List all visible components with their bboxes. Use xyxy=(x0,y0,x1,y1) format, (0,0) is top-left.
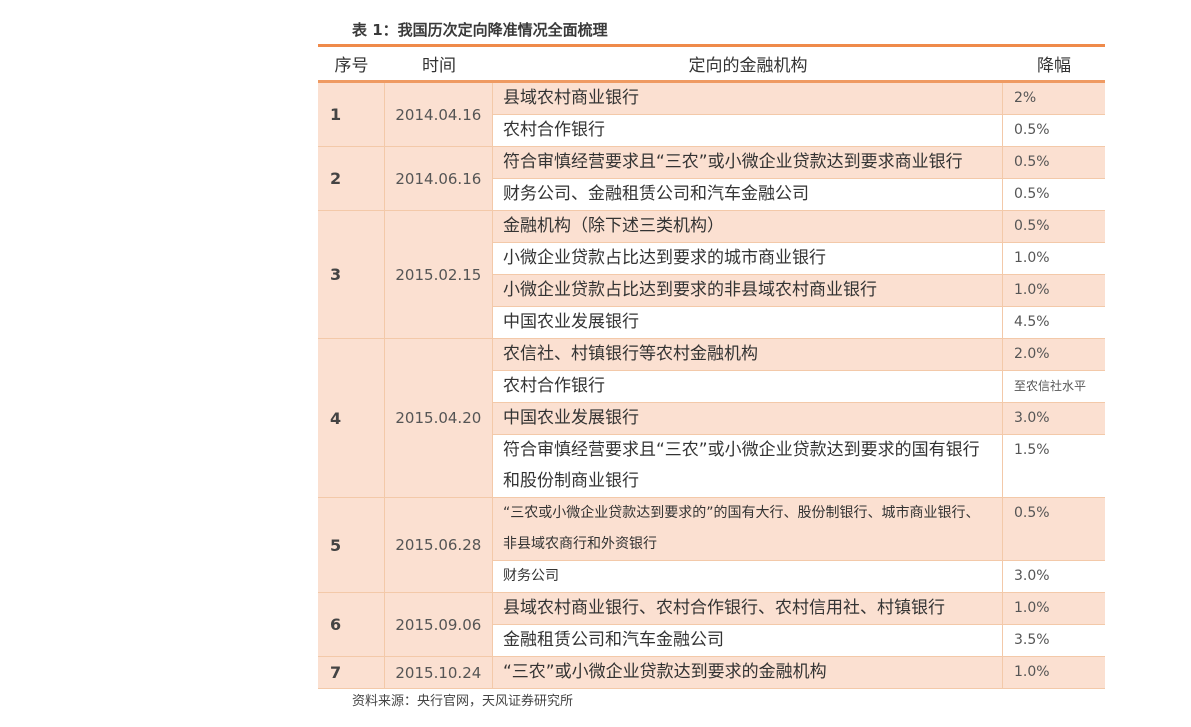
table-row: 小微企业贷款占比达到要求的城市商业银行 1.0% xyxy=(493,243,1105,275)
table-group: 5 2015.06.28 “三农或小微企业贷款达到要求的”的国有大行、股份制银行… xyxy=(318,498,1105,593)
cut-cell: 3.0% xyxy=(1014,568,1050,584)
table-header: 序号 时间 定向的金融机构 降幅 xyxy=(318,47,1105,83)
table-row: 中国农业发展银行 4.5% xyxy=(493,307,1105,338)
group-number: 4 xyxy=(318,339,385,497)
institution-cell: 财务公司、金融租赁公司和汽车金融公司 xyxy=(493,179,1003,210)
cut-cell: 1.0% xyxy=(1014,664,1050,680)
table-row: 符合审慎经营要求且“三农”或小微企业贷款达到要求的国有银行和股份制商业银行 1.… xyxy=(493,435,1105,497)
table-row: 符合审慎经营要求且“三农”或小微企业贷款达到要求商业银行 0.5% xyxy=(493,147,1105,179)
cut-cell: 2% xyxy=(1014,90,1037,106)
table-row: 农村合作银行 0.5% xyxy=(493,115,1105,146)
source-note: 资料来源：央行官网，天风证券研究所 xyxy=(352,694,574,709)
institution-cell: 财务公司 xyxy=(493,561,1003,592)
group-number: 2 xyxy=(318,147,385,210)
cut-cell: 1.5% xyxy=(1014,442,1050,458)
institution-cell: 农村合作银行 xyxy=(493,115,1003,146)
cut-cell: 3.0% xyxy=(1014,410,1050,426)
institution-cell: 金融租赁公司和汽车金融公司 xyxy=(493,625,1003,656)
institution-cell: 农信社、村镇银行等农村金融机构 xyxy=(493,339,1003,370)
group-date: 2014.04.16 xyxy=(384,83,493,146)
cut-cell: 0.5% xyxy=(1014,122,1050,138)
group-date: 2014.06.16 xyxy=(384,147,493,210)
table-row: 农信社、村镇银行等农村金融机构 2.0% xyxy=(493,339,1105,371)
reserve-cut-table: 序号 时间 定向的金融机构 降幅 1 2014.04.16 县域农村商业银行 2… xyxy=(318,44,1105,689)
cut-cell: 至农信社水平 xyxy=(1014,379,1087,393)
table-row: 县域农村商业银行 2% xyxy=(493,83,1105,115)
institution-cell: 县域农村商业银行 xyxy=(493,83,1003,114)
table-group: 4 2015.04.20 农信社、村镇银行等农村金融机构 2.0% 农村合作银行… xyxy=(318,339,1105,498)
cut-cell: 4.5% xyxy=(1014,314,1050,330)
institution-cell: “三农或小微企业贷款达到要求的”的国有大行、股份制银行、城市商业银行、非县域农商… xyxy=(493,498,1003,560)
group-date: 2015.09.06 xyxy=(384,593,493,656)
header-institution: 定向的金融机构 xyxy=(688,56,808,76)
table-row: “三农或小微企业贷款达到要求的”的国有大行、股份制银行、城市商业银行、非县域农商… xyxy=(493,498,1105,561)
cut-cell: 0.5% xyxy=(1014,218,1050,234)
table-group: 3 2015.02.15 金融机构（除下述三类机构） 0.5% 小微企业贷款占比… xyxy=(318,211,1105,339)
cut-cell: 0.5% xyxy=(1014,505,1050,521)
institution-cell: 中国农业发展银行 xyxy=(493,403,1003,434)
table-row: 小微企业贷款占比达到要求的非县域农村商业银行 1.0% xyxy=(493,275,1105,307)
cut-cell: 3.5% xyxy=(1014,632,1050,648)
group-date: 2015.04.20 xyxy=(384,339,493,497)
table-group: 2 2014.06.16 符合审慎经营要求且“三农”或小微企业贷款达到要求商业银… xyxy=(318,147,1105,211)
table-row: 财务公司 3.0% xyxy=(493,561,1105,592)
table-group: 6 2015.09.06 县域农村商业银行、农村合作银行、农村信用社、村镇银行 … xyxy=(318,593,1105,657)
group-date: 2015.02.15 xyxy=(384,211,493,338)
group-number: 1 xyxy=(318,83,385,146)
table-row: 财务公司、金融租赁公司和汽车金融公司 0.5% xyxy=(493,179,1105,210)
cut-cell: 1.0% xyxy=(1014,282,1050,298)
table-group: 1 2014.04.16 县域农村商业银行 2% 农村合作银行 0.5% xyxy=(318,83,1105,147)
table-row: “三农”或小微企业贷款达到要求的金融机构 1.0% xyxy=(493,657,1105,688)
table-row: 金融租赁公司和汽车金融公司 3.5% xyxy=(493,625,1105,656)
table-row: 中国农业发展银行 3.0% xyxy=(493,403,1105,435)
group-number: 5 xyxy=(318,498,385,592)
header-cut: 降幅 xyxy=(1037,56,1071,76)
table-group: 7 2015.10.24 “三农”或小微企业贷款达到要求的金融机构 1.0% xyxy=(318,657,1105,689)
cut-cell: 2.0% xyxy=(1014,346,1050,362)
table-caption: 表 1：我国历次定向降准情况全面梳理 xyxy=(352,21,608,39)
institution-cell: 县域农村商业银行、农村合作银行、农村信用社、村镇银行 xyxy=(493,593,1003,624)
institution-cell: 符合审慎经营要求且“三农”或小微企业贷款达到要求商业银行 xyxy=(493,147,1003,178)
institution-cell: 符合审慎经营要求且“三农”或小微企业贷款达到要求的国有银行和股份制商业银行 xyxy=(493,435,1003,497)
cut-cell: 0.5% xyxy=(1014,186,1050,202)
table-row: 金融机构（除下述三类机构） 0.5% xyxy=(493,211,1105,243)
group-number: 6 xyxy=(318,593,385,656)
table-row: 农村合作银行 至农信社水平 xyxy=(493,371,1105,403)
cut-cell: 1.0% xyxy=(1014,600,1050,616)
institution-cell: 中国农业发展银行 xyxy=(493,307,1003,338)
institution-cell: 农村合作银行 xyxy=(493,371,1003,402)
group-number: 3 xyxy=(318,211,385,338)
cut-cell: 0.5% xyxy=(1014,154,1050,170)
cut-cell: 1.0% xyxy=(1014,250,1050,266)
table-body: 1 2014.04.16 县域农村商业银行 2% 农村合作银行 0.5% 2 2… xyxy=(318,83,1105,689)
group-number: 7 xyxy=(318,657,385,688)
institution-cell: 小微企业贷款占比达到要求的城市商业银行 xyxy=(493,243,1003,274)
institution-cell: 金融机构（除下述三类机构） xyxy=(493,211,1003,242)
group-date: 2015.06.28 xyxy=(384,498,493,592)
group-date: 2015.10.24 xyxy=(384,657,493,688)
institution-cell: “三农”或小微企业贷款达到要求的金融机构 xyxy=(493,657,1003,688)
institution-cell: 小微企业贷款占比达到要求的非县域农村商业银行 xyxy=(493,275,1003,306)
header-date: 时间 xyxy=(422,56,456,76)
header-seq: 序号 xyxy=(334,56,369,76)
table-row: 县域农村商业银行、农村合作银行、农村信用社、村镇银行 1.0% xyxy=(493,593,1105,625)
